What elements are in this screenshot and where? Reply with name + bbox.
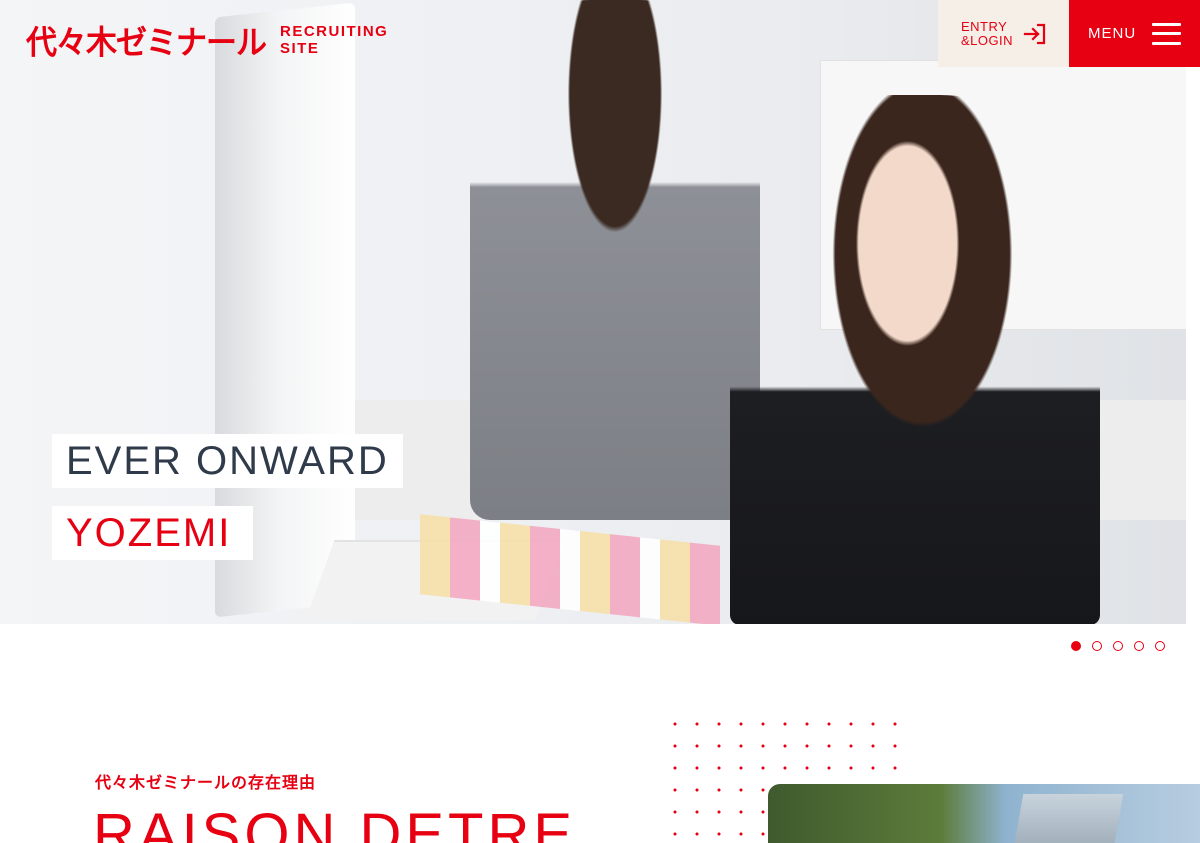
slider-dot-2[interactable] [1092, 641, 1102, 651]
section-title-en: RAISON DETRE [93, 802, 577, 843]
section-title-jp: 代々木ゼミナールの存在理由 [95, 773, 317, 792]
entry-label-line1: ENTRY [960, 18, 1008, 34]
logo-subtitle-line2: SITE [280, 39, 320, 57]
slider-dot-3[interactable] [1113, 641, 1123, 651]
hero-slider: EVER ONWARD YOZEMI [0, 0, 1186, 624]
menu-label: MENU [1088, 25, 1137, 42]
hero-tagline-line1-text: EVER ONWARD [66, 438, 389, 483]
hero-tagline-line2: YOZEMI [52, 506, 254, 560]
slider-pagination [1071, 641, 1165, 651]
photo-person-standing [470, 0, 760, 520]
hero-tagline-line2-text: YOZEMI [66, 510, 232, 555]
logo-subtitle: RECRUITING SITE [280, 23, 388, 57]
slider-dot-1[interactable] [1071, 641, 1081, 651]
entry-login-label: ENTRY &LOGIN [960, 18, 1014, 48]
logo-wordmark: 代々木ゼミナール [26, 24, 267, 63]
section-photo [768, 784, 1200, 843]
hero-tagline-line1: EVER ONWARD [52, 434, 403, 488]
hamburger-icon [1152, 22, 1182, 45]
menu-button[interactable]: MENU [1069, 0, 1200, 67]
entry-label-line2: &LOGIN [960, 32, 1014, 48]
site-logo[interactable]: 代々木ゼミナール RECRUITING SITE [26, 17, 388, 63]
login-arrow-icon [1023, 23, 1046, 44]
entry-login-button[interactable]: ENTRY &LOGIN [938, 0, 1070, 67]
slider-dot-4[interactable] [1134, 641, 1144, 651]
slider-dot-5[interactable] [1155, 641, 1165, 651]
logo-subtitle-line1: RECRUITING [280, 22, 389, 40]
photo-person-seated [730, 95, 1100, 624]
